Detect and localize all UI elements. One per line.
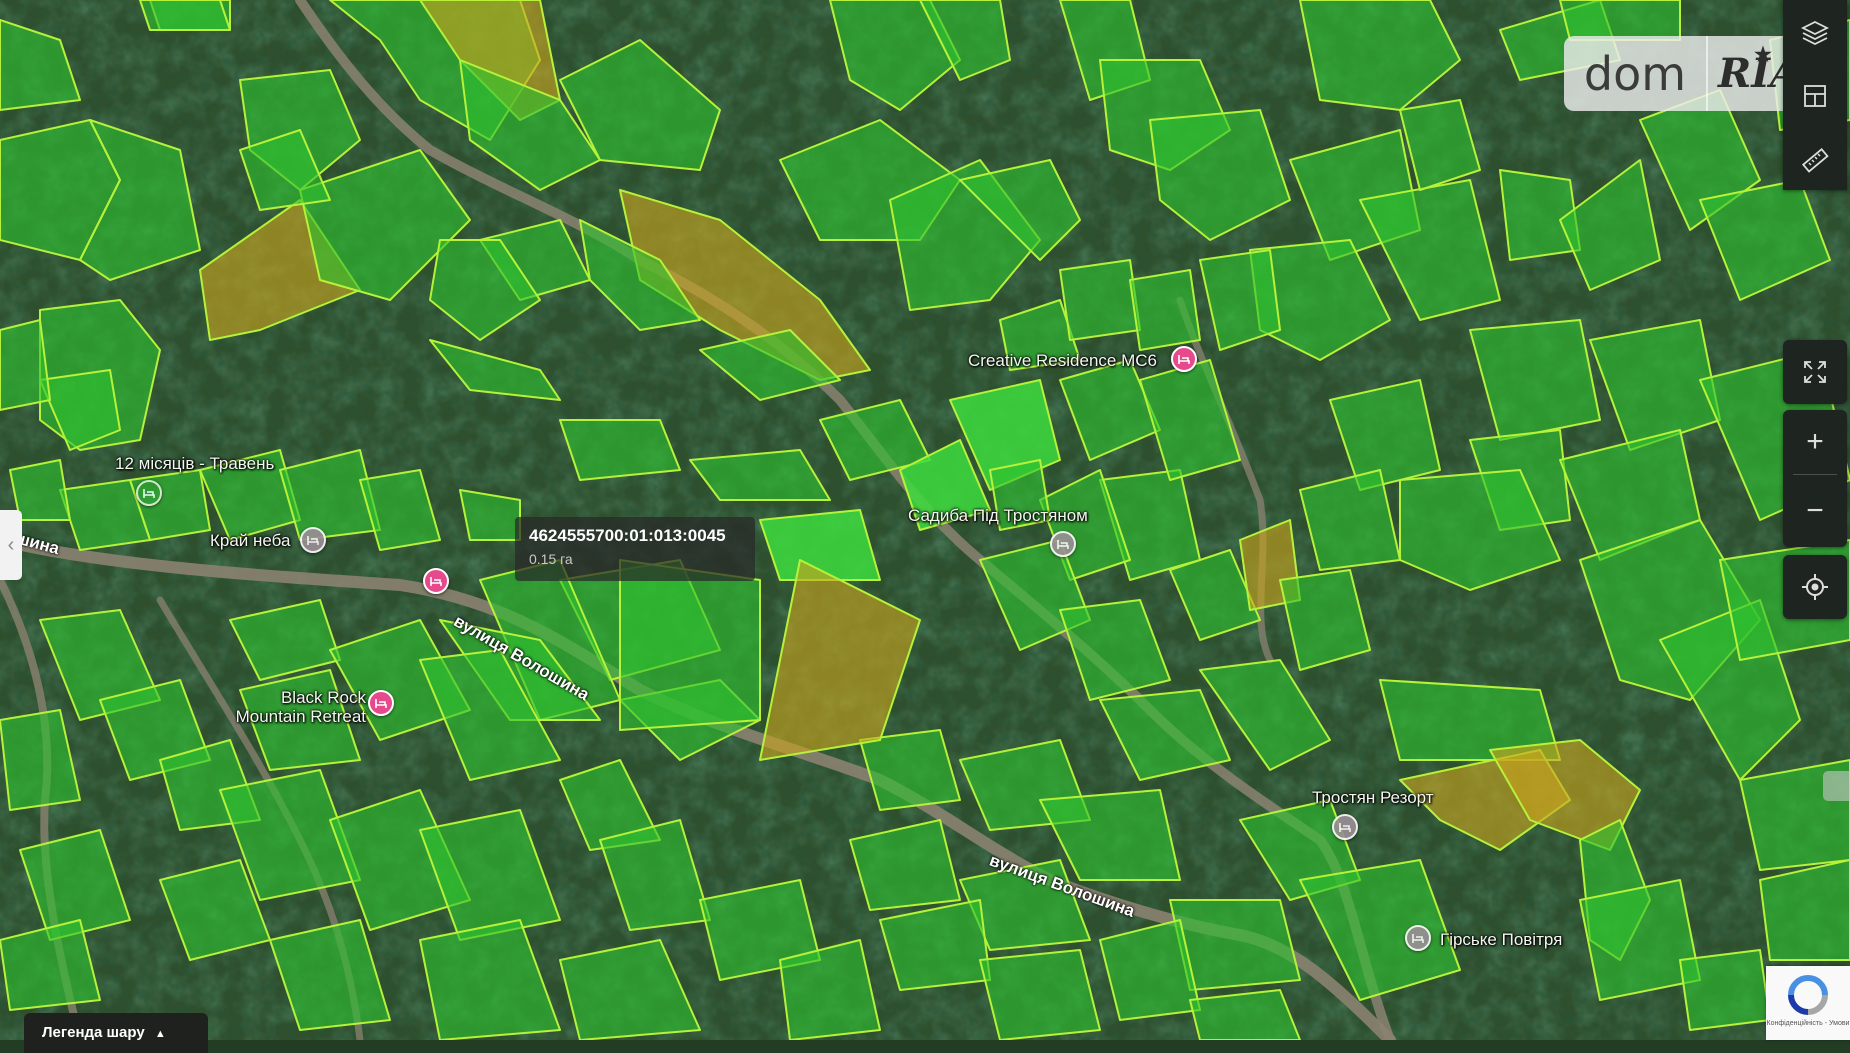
recaptcha-badge[interactable]: Конфіденційність - Умови — [1766, 966, 1850, 1040]
star-icon: ★ — [1754, 42, 1772, 66]
parcel-polygon[interactable] — [979, 949, 1101, 1040]
parcel-cadastral-number: 4624555700:01:013:0045 — [529, 526, 726, 545]
locate-icon — [1802, 574, 1828, 600]
ruler-button[interactable] — [1783, 128, 1847, 192]
parcel-polygon[interactable] — [1059, 259, 1141, 341]
logo-dom-text: dom — [1564, 36, 1708, 111]
hotel-icon — [1412, 934, 1424, 943]
poi-marker-kray-neba[interactable] — [300, 527, 326, 553]
parcel-polygon[interactable] — [0, 319, 51, 411]
cadastre-icon — [1804, 85, 1826, 107]
hotel-icon — [375, 699, 387, 708]
poi-marker-creative-residence[interactable] — [1171, 346, 1197, 372]
poi-label-black-rock[interactable]: Black Rock Mountain Retreat — [226, 688, 366, 726]
parcel-polygon[interactable] — [1129, 269, 1201, 351]
poi-label-sadyba[interactable]: Садиба Під Тростяном — [908, 506, 1088, 526]
hotel-icon — [1178, 355, 1190, 364]
parcel-tooltip: 4624555700:01:013:0045 0.15 га — [515, 517, 755, 581]
hotel-icon — [1057, 540, 1069, 549]
hotel-icon — [430, 577, 442, 586]
poi-marker-mountain-air[interactable] — [1405, 925, 1431, 951]
fullscreen-icon — [1804, 361, 1826, 383]
poi-marker-black-rock[interactable] — [368, 690, 394, 716]
parcel-polygon[interactable] — [1559, 0, 1681, 41]
parcel-polygon[interactable] — [459, 489, 521, 541]
poi-label-creative-residence[interactable]: Creative Residence MC6 — [968, 351, 1157, 371]
poi-label-kray-neba[interactable]: Край неба — [210, 531, 290, 551]
cadastre-button[interactable] — [1783, 64, 1847, 128]
chevron-left-icon: ‹ — [7, 533, 15, 556]
poi-marker-unnamed[interactable] — [423, 568, 449, 594]
layers-button[interactable] — [1783, 0, 1847, 64]
poi-label-trostian-resort[interactable]: Тростян Резорт — [1312, 788, 1434, 808]
fullscreen-panel — [1783, 340, 1847, 404]
parcel-polygon[interactable] — [1189, 989, 1301, 1040]
hotel-icon — [307, 536, 319, 545]
dom-ria-logo[interactable]: dom ★ RIA — [1564, 36, 1811, 111]
locate-button[interactable] — [1783, 555, 1847, 619]
map-tools-panel — [1783, 0, 1847, 190]
poi-marker-trostian-resort[interactable] — [1332, 814, 1358, 840]
parcel-polygon[interactable] — [1579, 879, 1701, 1001]
poi-label-mountain-air[interactable]: Гірське Повітря — [1440, 930, 1562, 950]
parcel-area: 0.15 га — [529, 551, 573, 567]
zoom-out-button[interactable]: − — [1783, 475, 1847, 547]
layer-legend-button[interactable]: Легенда шару ▲ — [24, 1013, 208, 1053]
recaptcha-icon — [1788, 975, 1828, 1015]
hotel-icon — [1339, 823, 1351, 832]
poi-label-12-months[interactable]: 12 місяців - Травень — [115, 454, 274, 474]
legend-label: Легенда шару — [42, 1024, 145, 1041]
parcel-polygon[interactable] — [1679, 949, 1771, 1031]
fullscreen-button[interactable] — [1783, 340, 1847, 404]
locate-panel — [1783, 555, 1847, 619]
recaptcha-text: Конфіденційність - Умови — [1766, 1020, 1850, 1027]
zoom-panel: + − — [1783, 410, 1847, 547]
zoom-in-button[interactable]: + — [1783, 410, 1847, 474]
parcel-polygon[interactable] — [139, 0, 231, 31]
poi-marker-12-months[interactable] — [136, 480, 162, 506]
parcel-polygon[interactable] — [619, 559, 761, 731]
layers-icon — [1800, 20, 1830, 46]
side-panel-toggle[interactable]: ‹ — [0, 510, 22, 580]
poi-marker-sadyba[interactable] — [1050, 531, 1076, 557]
right-edge-tab[interactable] — [1823, 771, 1850, 801]
chevron-up-icon: ▲ — [154, 1028, 166, 1040]
parcel-polygon[interactable] — [559, 419, 681, 481]
hotel-icon — [143, 489, 155, 498]
ruler-icon — [1801, 147, 1829, 173]
